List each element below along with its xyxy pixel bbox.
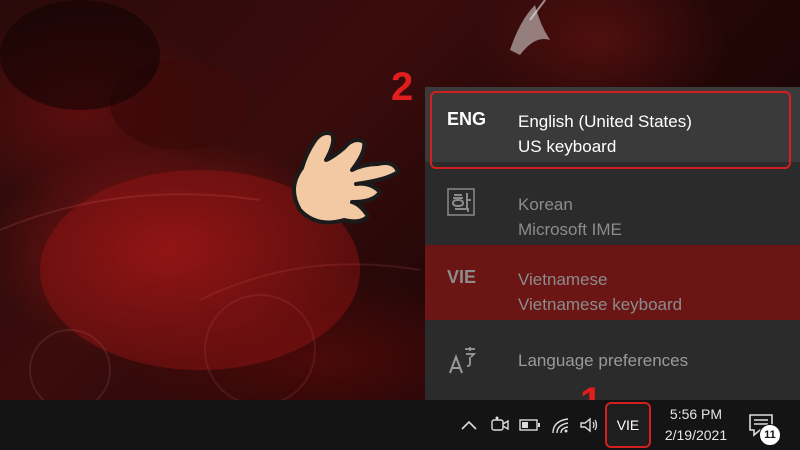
keyboard-name: Vietnamese keyboard [518,295,683,314]
notification-count-badge: 11 [759,424,781,446]
language-text: Vietnamese Vietnamese keyboard [518,267,682,317]
language-flyout: ENG English (United States) US keyboard … [425,87,800,400]
language-item-english[interactable]: ENG English (United States) US keyboard [425,87,800,162]
language-settings-icon [449,347,477,374]
volume-icon[interactable] [578,412,600,438]
wifi-icon[interactable] [550,412,572,438]
language-name: Vietnamese [518,270,608,289]
language-text: Korean Microsoft IME [518,192,622,242]
taskbar-clock[interactable]: 5:56 PM 2/19/2021 [657,404,735,446]
language-item-vietnamese[interactable]: VIE Vietnamese Vietnamese keyboard [425,245,800,320]
clock-date: 2/19/2021 [664,427,728,443]
pointing-hand-icon [292,131,400,225]
language-name: Korean [518,195,573,214]
language-item-korean[interactable]: Korean Microsoft IME [425,170,800,245]
chevron-up-icon[interactable] [458,412,480,438]
language-name: English (United States) [518,112,692,131]
battery-icon[interactable] [518,412,542,438]
language-preferences-label: Language preferences [518,351,689,370]
input-language-button[interactable]: VIE [605,402,651,448]
language-text: English (United States) US keyboard [518,109,692,159]
hangul-icon [447,188,475,216]
meet-now-icon[interactable] [489,412,511,438]
clock-time: 5:56 PM [669,406,723,422]
language-code: ENG [447,109,487,129]
keyboard-name: US keyboard [518,137,617,156]
language-preferences-link[interactable]: Language preferences [425,327,800,397]
keyboard-name: Microsoft IME [518,220,622,239]
step-number-2: 2 [391,65,414,109]
language-code: VIE [447,267,477,287]
